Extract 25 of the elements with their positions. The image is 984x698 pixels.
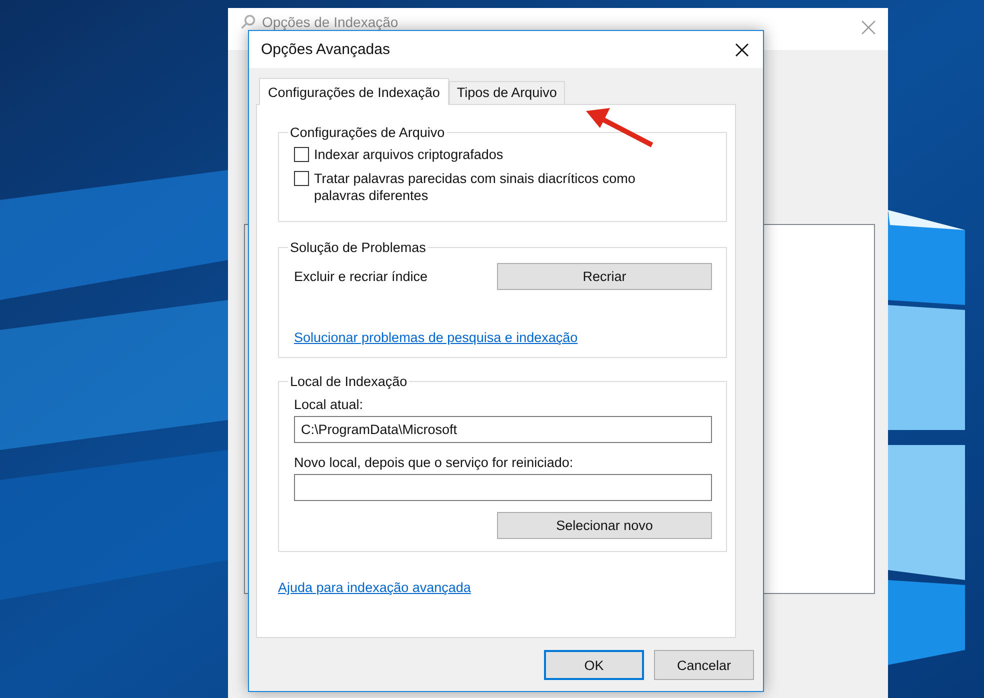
arrow-icon (586, 108, 656, 148)
rebuild-button[interactable]: Recriar (497, 263, 712, 290)
select-button[interactable]: Selecionar novo (497, 512, 712, 539)
rebuild-label: Excluir e recriar índice (294, 269, 428, 284)
checkbox[interactable] (294, 171, 309, 186)
group-title: Configurações de Arquivo (289, 125, 446, 140)
magnifier-icon (240, 14, 256, 30)
field-label: Novo local, depois que o serviço for reiniciado: (294, 455, 574, 470)
checkbox-label[interactable]: Indexar arquivos criptografados (314, 146, 674, 163)
dialog-title: Opções Avançadas (261, 41, 391, 58)
group-title: Local de Indexação (289, 374, 408, 389)
checkbox[interactable] (294, 147, 309, 162)
dialog-button[interactable]: OK (544, 650, 644, 680)
tab[interactable]: Tipos de Arquivo (448, 81, 565, 104)
dialog-button[interactable]: Cancelar (654, 650, 754, 680)
location-field[interactable]: C:\ProgramData\Microsoft (294, 416, 712, 443)
help-link[interactable]: Ajuda para indexação avançada (278, 580, 471, 595)
field-label: Local atual: (294, 397, 364, 412)
tab[interactable]: Configurações de Indexação (259, 78, 449, 105)
new-location-field[interactable] (294, 474, 712, 501)
troubleshoot-link[interactable]: Solucionar problemas de pesquisa e indexação (294, 330, 578, 345)
window-title: Opções de Indexação (262, 14, 400, 30)
close-icon[interactable] (735, 42, 749, 56)
group-title: Solução de Problemas (289, 240, 427, 255)
checkbox-label[interactable]: Tratar palavras parecidas com sinais diacríticos como palavras diferentes (314, 170, 674, 204)
